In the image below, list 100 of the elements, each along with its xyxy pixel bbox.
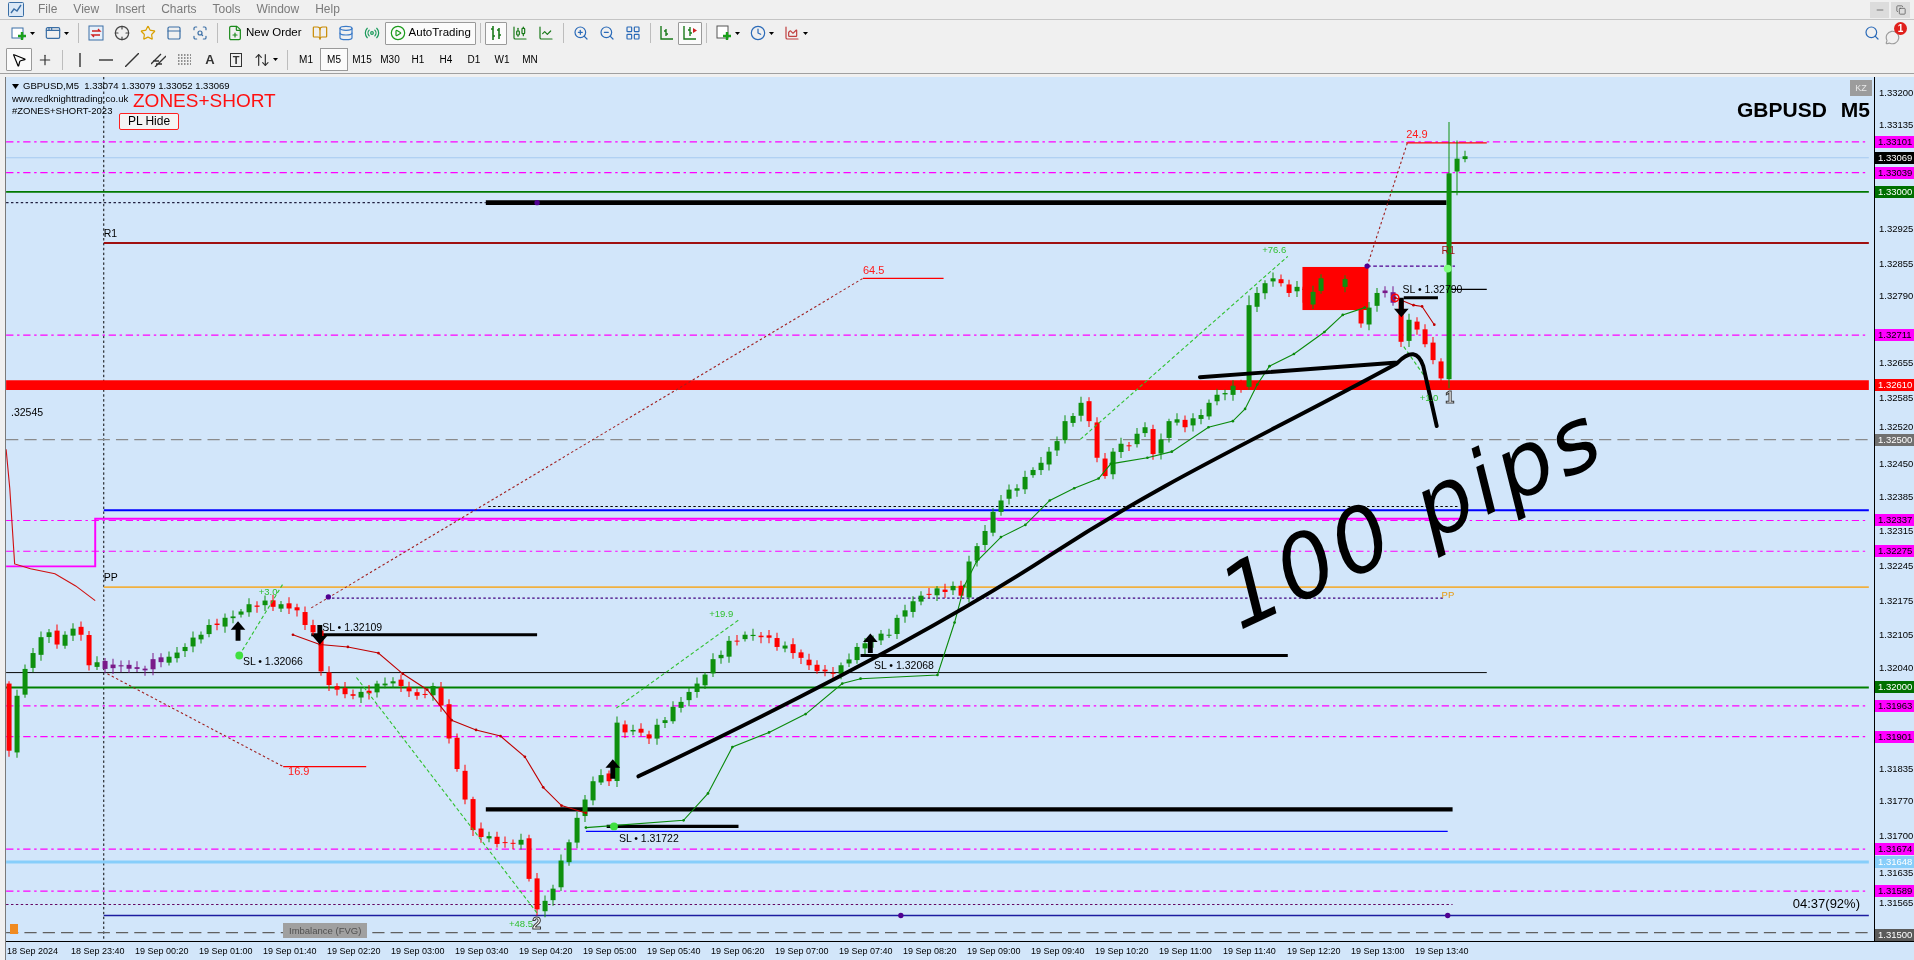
neutral-candle [1390, 285, 1396, 307]
neutral-candle [150, 652, 156, 676]
time-label: 19 Sep 09:40 [1031, 945, 1086, 957]
pl-hide-button[interactable]: PL Hide [119, 113, 179, 130]
stop-loss-label: SL • 1.32066 [242, 655, 303, 669]
notifications-button[interactable]: 1 [1885, 21, 1907, 45]
menu-item[interactable]: Window [248, 1, 308, 18]
timeframe-button[interactable]: H4 [432, 48, 460, 71]
price-tick-label: 1.32585 [1879, 391, 1914, 404]
neutral-candle [134, 660, 140, 673]
up-arrow-icon [605, 759, 621, 779]
search-icon [1864, 25, 1880, 41]
timeframe-button[interactable]: H1 [404, 48, 432, 71]
star-icon [140, 25, 156, 41]
menu-item[interactable]: Charts [153, 1, 205, 18]
auto-scroll-icon [682, 26, 697, 40]
document-plus-icon [227, 25, 243, 41]
price-tick-label: 1.31635 [1879, 866, 1914, 879]
time-label: 19 Sep 01:00 [199, 945, 254, 957]
neutral-candle [1382, 285, 1388, 298]
timeframe-button[interactable]: M1 [292, 48, 320, 71]
price-tick-label: 1.32790 [1879, 290, 1914, 302]
indicator-title: ZONES+SHORT [133, 91, 276, 111]
caret-icon [273, 58, 278, 61]
timeframe-button[interactable]: M5 [320, 48, 348, 71]
dot-marker-icon [1364, 263, 1370, 269]
timeframe-button[interactable]: D1 [460, 48, 488, 71]
price-tick-label: 1.31565 [1879, 897, 1914, 910]
marker-label: 2 [532, 916, 542, 930]
menu-item[interactable]: View [65, 1, 108, 18]
price-tag: 1.31500 [1875, 929, 1914, 942]
minimize-button[interactable] [1870, 1, 1889, 18]
caret-icon [64, 31, 69, 35]
price-tick-label: 1.33135 [1879, 119, 1914, 131]
price-tick-label: 1.31835 [1879, 763, 1914, 776]
neutral-candle [102, 657, 108, 674]
imbalance-label: Imbalance (FVG) [283, 923, 368, 938]
timeframe-button[interactable]: MN [516, 48, 544, 71]
zoom-in-icon [572, 25, 589, 41]
price-tick-label: 1.33200 [1879, 86, 1914, 99]
autotrading-button[interactable]: AutoTrading [384, 21, 476, 45]
menu-item[interactable]: Tools [204, 1, 249, 18]
timeframe-button[interactable]: M15 [348, 48, 376, 71]
time-label: 19 Sep 01:40 [263, 945, 318, 957]
price-tick-label: 1.32655 [1879, 356, 1914, 369]
time-label: 19 Sep 06:20 [711, 945, 766, 957]
price-tick-label: 1.32385 [1879, 490, 1914, 503]
menu-item[interactable]: Help [307, 1, 348, 18]
play-circle-icon [389, 25, 406, 41]
neutral-candle [118, 660, 124, 673]
time-label: 19 Sep 09:00 [967, 945, 1022, 957]
timeframe-button[interactable]: M30 [376, 48, 404, 71]
new-order-button[interactable]: New Order [222, 21, 307, 45]
price-tick-label: 1.32315 [1879, 525, 1914, 538]
profit-label: +3.0 [258, 584, 278, 598]
caret-icon [30, 31, 35, 35]
price-tag: 1.32711 [1875, 329, 1914, 342]
auto-scroll-button[interactable] [677, 21, 702, 45]
website-text: www.redknighttrading.co.uk [12, 93, 129, 105]
time-label: 19 Sep 02:20 [327, 945, 382, 957]
stop-loss-label: SL • 1.32068 [874, 658, 934, 672]
price-tag: 1.32000 [1875, 681, 1914, 694]
time-label: 18 Sep 2024 [7, 945, 60, 957]
text-tool-button[interactable]: A [197, 48, 223, 71]
zoom-out-icon [598, 25, 615, 41]
drawing-tool-button[interactable] [6, 48, 32, 71]
horizontal-line-icon [99, 58, 113, 61]
notification-badge: 1 [1894, 21, 1907, 35]
time-label: 19 Sep 03:40 [455, 945, 510, 957]
line-chart-icon [537, 25, 554, 41]
dot-marker-icon [534, 199, 540, 206]
grid-icon [624, 25, 641, 41]
price-tick-label: 1.31770 [1879, 795, 1914, 808]
menu-item[interactable]: Insert [107, 1, 154, 18]
chart-shift-icon [659, 26, 673, 40]
timeframe-button[interactable]: W1 [488, 48, 516, 71]
time-label: 19 Sep 07:40 [839, 945, 894, 957]
price-tag: 1.33101 [1875, 135, 1914, 148]
restore-button[interactable] [1891, 1, 1910, 18]
magnifier-icon [192, 25, 208, 41]
timeframe-title: M5 [1840, 99, 1870, 121]
dot-marker-icon [1443, 264, 1452, 273]
price-tag: 1.32337 [1875, 514, 1914, 527]
price-tick-label: 1.32925 [1879, 223, 1914, 236]
menu-item[interactable]: File [30, 1, 66, 18]
exchange-icon [88, 25, 104, 41]
text-label-tool-button[interactable]: T [223, 48, 249, 71]
crosshair-icon [114, 25, 130, 41]
restore-icon [1895, 4, 1906, 15]
book-icon [311, 25, 328, 41]
collapse-triangle-icon [12, 83, 19, 89]
marker-label: 1 [1445, 390, 1455, 404]
dot-marker-icon [610, 822, 618, 831]
time-label: 19 Sep 12:20 [1287, 945, 1342, 957]
chart-type-button[interactable] [484, 21, 507, 45]
caret-icon [802, 31, 808, 35]
time-label: 19 Sep 08:20 [903, 945, 958, 957]
channel-icon [150, 52, 166, 67]
profit-label: +19.9 [709, 606, 734, 620]
time-label: 19 Sep 07:00 [775, 945, 830, 957]
